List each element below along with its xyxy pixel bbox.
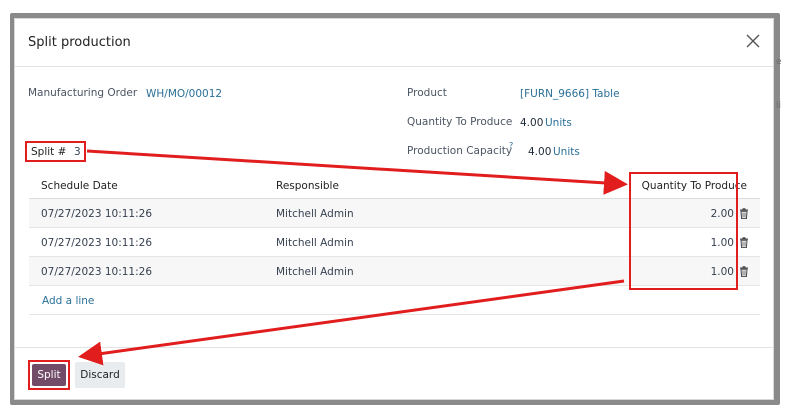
split-button[interactable]: Split (32, 364, 66, 386)
close-icon (746, 34, 760, 48)
dialog-header: Split production (15, 19, 773, 67)
trash-icon[interactable] (739, 208, 749, 219)
quantity-unit-link[interactable]: Units (545, 117, 572, 129)
trash-icon[interactable] (739, 237, 749, 248)
split-button-highlight: Split (28, 360, 70, 390)
add-line-link[interactable]: Add a line (42, 295, 94, 307)
help-tooltip-icon[interactable]: ? (509, 141, 513, 150)
manufacturing-order-label: Manufacturing Order (28, 87, 138, 99)
close-button[interactable] (743, 31, 763, 51)
quantity-to-produce-label: Quantity To Produce (407, 116, 513, 128)
split-production-dialog: Split production Manufacturing Order WH/… (14, 18, 774, 400)
row-schedule-date[interactable]: 07/27/2023 10:11:26 (41, 237, 152, 249)
background-text-glimpse: e (776, 57, 782, 67)
capacity-unit-link[interactable]: Units (553, 146, 580, 158)
row-schedule-date[interactable]: 07/27/2023 10:11:26 (41, 208, 152, 220)
production-capacity-value: 4.00 (528, 146, 552, 158)
row-responsible[interactable]: Mitchell Admin (276, 208, 354, 220)
row-schedule-date[interactable]: 07/27/2023 10:11:26 (41, 266, 152, 278)
product-link[interactable]: [FURN_9666] Table (520, 88, 620, 100)
manufacturing-order-link[interactable]: WH/MO/00012 (146, 88, 222, 100)
split-count-input[interactable]: 3 (74, 146, 81, 158)
split-label: Split # (31, 146, 67, 158)
row-responsible[interactable]: Mitchell Admin (276, 266, 354, 278)
row-responsible[interactable]: Mitchell Admin (276, 237, 354, 249)
production-capacity-label: Production Capacity (407, 145, 513, 157)
quantity-column-highlight (629, 172, 738, 290)
column-header-schedule-date[interactable]: Schedule Date (41, 180, 118, 192)
discard-button[interactable]: Discard (75, 362, 125, 388)
split-count-field[interactable]: Split # 3 (25, 141, 86, 162)
quantity-to-produce-value: 4.00 (520, 117, 544, 129)
background-text-glimpse: li (776, 101, 782, 111)
product-label: Product (407, 87, 447, 99)
dialog-footer: Split Discard (15, 347, 773, 401)
column-header-responsible[interactable]: Responsible (276, 180, 339, 192)
dialog-title: Split production (28, 35, 131, 50)
add-line-row: Add a line (29, 286, 760, 315)
trash-icon[interactable] (739, 266, 749, 277)
